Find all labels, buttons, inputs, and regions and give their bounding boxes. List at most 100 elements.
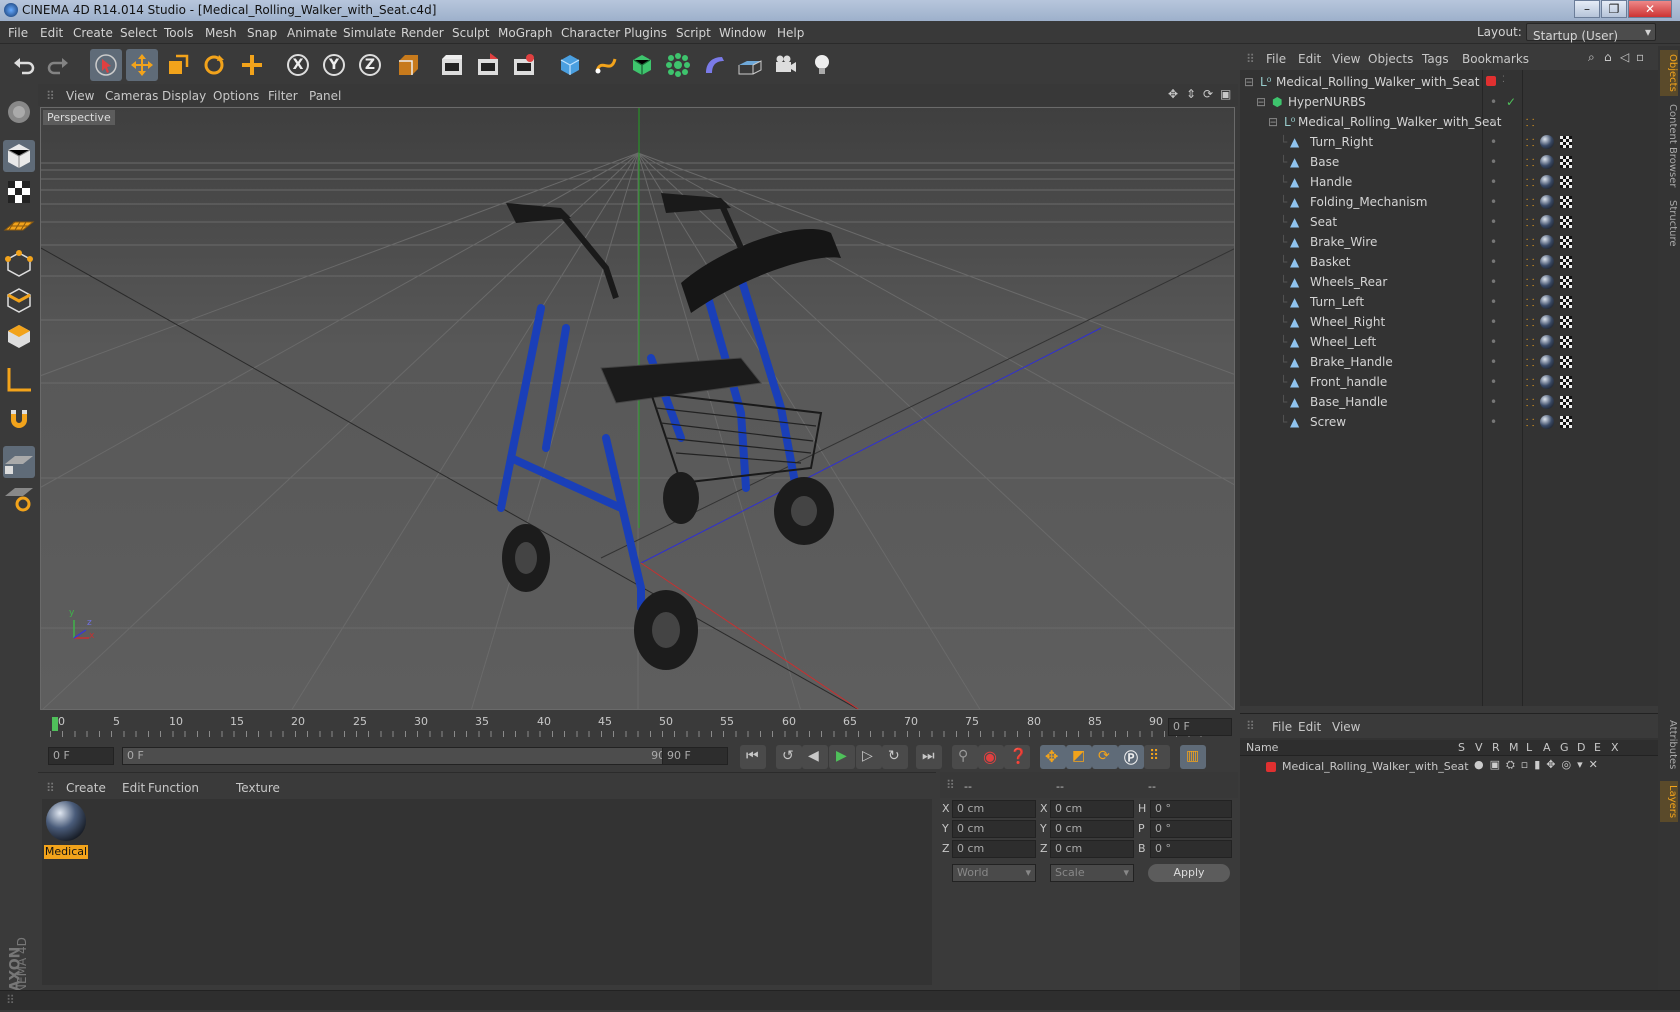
- layer-flag-header[interactable]: S: [1458, 741, 1465, 754]
- phong-tag-icon[interactable]: ⸬: [1526, 135, 1534, 149]
- visibility-dot-icon[interactable]: •: [1490, 315, 1497, 329]
- object-row[interactable]: └ ▲ Wheels_Rear • ⸬: [1240, 272, 1658, 292]
- visibility-dot-icon[interactable]: •: [1490, 135, 1497, 149]
- menu-select[interactable]: Select: [120, 26, 157, 40]
- menu-sculpt[interactable]: Sculpt: [452, 26, 489, 40]
- layer-flag-icons[interactable]: ●▣⛭▫▮✥◎▾✕: [1474, 758, 1604, 772]
- render-settings-button[interactable]: [508, 49, 540, 81]
- keyframe-selection-button[interactable]: ❓: [1004, 745, 1030, 769]
- y-axis-lock-button[interactable]: Y: [318, 49, 350, 81]
- maximize-button[interactable]: ❐: [1601, 0, 1627, 18]
- last-tool-button[interactable]: [236, 49, 268, 81]
- key-position-button[interactable]: ✥: [1040, 745, 1066, 769]
- goto-start-button[interactable]: ⏮: [740, 745, 766, 769]
- menu-file[interactable]: File: [8, 26, 28, 40]
- menu-plugins[interactable]: Plugins: [624, 26, 667, 40]
- material-tag-icon[interactable]: [1540, 135, 1554, 149]
- layer-flag-header[interactable]: A: [1543, 741, 1551, 754]
- home-icon[interactable]: ⌂: [1604, 50, 1612, 64]
- layer-flag-header[interactable]: X: [1611, 741, 1619, 754]
- size-mode-select[interactable]: Scale ▾: [1050, 864, 1134, 882]
- menu-render[interactable]: Render: [401, 26, 444, 40]
- texture-tag-icon[interactable]: [1560, 216, 1572, 228]
- material-menu-edit[interactable]: Edit: [122, 781, 145, 795]
- object-menu-objects[interactable]: Objects: [1368, 52, 1413, 66]
- material-tag-icon[interactable]: [1540, 295, 1554, 309]
- coord-space-select[interactable]: World ▾: [952, 864, 1036, 882]
- object-row[interactable]: └ ▲ Base • ⸬: [1240, 152, 1658, 172]
- light-object-button[interactable]: [806, 49, 838, 81]
- phong-tag-icon[interactable]: ⸬: [1526, 115, 1534, 129]
- timeline-ruler[interactable]: 0 5 10 15 20 25 30 35 40 45 50 55 60 65 …: [40, 713, 1235, 741]
- new-window-icon[interactable]: ▫: [1636, 50, 1644, 64]
- visibility-dot-icon[interactable]: •: [1490, 395, 1497, 409]
- texture-tag-icon[interactable]: [1560, 176, 1572, 188]
- viewport-menu-filter[interactable]: Filter: [268, 89, 298, 103]
- render-picture-viewer-button[interactable]: [472, 49, 504, 81]
- visibility-dot-icon[interactable]: •: [1490, 255, 1497, 269]
- scale-tool-button[interactable]: [162, 49, 194, 81]
- menu-simulate[interactable]: Simulate: [343, 26, 396, 40]
- material-menu-create[interactable]: Create: [66, 781, 106, 795]
- visibility-dot-icon[interactable]: •: [1490, 95, 1497, 109]
- rotate-tool-button[interactable]: [198, 49, 230, 81]
- frame-range-slider[interactable]: 0 F 90 F: [122, 747, 694, 765]
- visibility-dot-icon[interactable]: •: [1490, 275, 1497, 289]
- phong-tag-icon[interactable]: ⸬: [1526, 215, 1534, 229]
- key-parameter-button[interactable]: Ⓟ: [1118, 745, 1144, 769]
- locked-workplane-button[interactable]: [3, 482, 35, 514]
- collapse-icon[interactable]: ⊟: [1244, 75, 1254, 89]
- phong-tag-icon[interactable]: ⸬: [1526, 155, 1534, 169]
- prev-frame-button[interactable]: ◀: [802, 745, 828, 769]
- texture-tag-icon[interactable]: [1560, 416, 1572, 428]
- phong-tag-icon[interactable]: ⸬: [1526, 415, 1534, 429]
- points-mode-button[interactable]: [3, 248, 35, 280]
- visibility-dot-icon[interactable]: •: [1490, 335, 1497, 349]
- close-button[interactable]: ✕: [1628, 0, 1672, 18]
- tab-content-browser[interactable]: Content Browser: [1660, 100, 1678, 191]
- key-rotation-button[interactable]: ⟳: [1092, 745, 1118, 769]
- deformer-bend-button[interactable]: [698, 49, 730, 81]
- texture-tag-icon[interactable]: [1560, 316, 1572, 328]
- live-selection-button[interactable]: [90, 49, 122, 81]
- layer-menu-view[interactable]: View: [1332, 720, 1360, 734]
- viewport-rotate-icon[interactable]: ⟳: [1203, 87, 1213, 101]
- viewport-menu-display[interactable]: Display: [162, 89, 206, 103]
- make-editable-button[interactable]: [3, 96, 35, 128]
- key-scale-button[interactable]: ◩: [1066, 745, 1092, 769]
- arrow-icon[interactable]: ◁: [1620, 50, 1629, 64]
- viewport-menu-cameras[interactable]: Cameras: [105, 89, 158, 103]
- texture-tag-icon[interactable]: [1560, 196, 1572, 208]
- prev-key-button[interactable]: ↺: [776, 745, 802, 769]
- object-row[interactable]: └ ▲ Screw • ⸬: [1240, 412, 1658, 432]
- viewport-zoom-icon[interactable]: ⇕: [1186, 87, 1196, 101]
- camera-object-button[interactable]: [770, 49, 802, 81]
- texture-tag-icon[interactable]: [1560, 156, 1572, 168]
- undo-button[interactable]: [8, 49, 40, 81]
- model-mode-button[interactable]: [3, 140, 35, 172]
- layer-flag-header[interactable]: E: [1594, 741, 1601, 754]
- material-tag-icon[interactable]: [1540, 175, 1554, 189]
- object-row[interactable]: └ ▲ Folding_Mechanism • ⸬: [1240, 192, 1658, 212]
- visibility-dots-icon[interactable]: ⁚: [1502, 75, 1505, 85]
- layer-color-swatch[interactable]: [1266, 762, 1276, 772]
- phong-tag-icon[interactable]: ⸬: [1526, 175, 1534, 189]
- object-menu-edit[interactable]: Edit: [1298, 52, 1321, 66]
- start-frame-field[interactable]: 0 F: [48, 747, 114, 765]
- size-y-field[interactable]: 0 cm: [1050, 820, 1134, 838]
- size-x-field[interactable]: 0 cm: [1050, 800, 1134, 818]
- material-menu-function[interactable]: Function: [148, 781, 199, 795]
- visibility-dot-icon[interactable]: •: [1490, 415, 1497, 429]
- texture-tag-icon[interactable]: [1560, 336, 1572, 348]
- phong-tag-icon[interactable]: ⸬: [1526, 375, 1534, 389]
- coordinate-system-button[interactable]: [392, 49, 424, 81]
- x-axis-lock-button[interactable]: X: [282, 49, 314, 81]
- texture-tag-icon[interactable]: [1560, 396, 1572, 408]
- object-menu-tags[interactable]: Tags: [1422, 52, 1449, 66]
- next-frame-button[interactable]: ▷: [856, 745, 882, 769]
- menu-window[interactable]: Window: [719, 26, 766, 40]
- timeline-window-button[interactable]: ▥: [1180, 745, 1206, 769]
- spline-pen-button[interactable]: [590, 49, 622, 81]
- render-view-button[interactable]: [436, 49, 468, 81]
- object-row[interactable]: └ ▲ Seat • ⸬: [1240, 212, 1658, 232]
